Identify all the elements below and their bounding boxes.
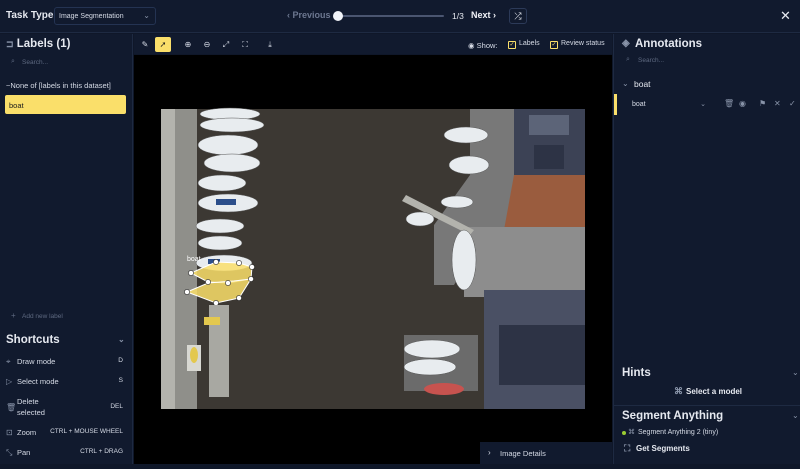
- label-item-boat[interactable]: boat: [5, 95, 126, 114]
- image-slider-handle[interactable]: [333, 11, 343, 21]
- canvas-annotation-label: boat: [187, 256, 201, 263]
- trash-icon[interactable]: 🗑: [724, 99, 734, 108]
- fit-icon[interactable]: ⤢: [218, 37, 234, 52]
- show-label: ◉ Show:: [468, 41, 498, 50]
- shortcuts-title[interactable]: Shortcuts ⌄: [6, 334, 125, 346]
- add-label-input[interactable]: + Add new label: [6, 310, 127, 324]
- trash-icon: 🗑: [6, 403, 17, 412]
- model-icon: ⌘: [674, 386, 683, 396]
- chevron-down-icon: ⌄: [118, 335, 125, 344]
- select-tool-icon[interactable]: ➚: [155, 37, 171, 52]
- task-type-select[interactable]: Image Segmentation ⌄: [54, 7, 156, 25]
- check-icon: ✓: [550, 41, 558, 49]
- task-type-label: Task Type:: [6, 10, 57, 21]
- sa-model-status: ⌘ Segment Anything 2 (tiny): [622, 429, 718, 436]
- download-icon[interactable]: ⤓: [262, 37, 278, 52]
- next-button[interactable]: Next ›: [471, 10, 496, 20]
- check-icon: ✓: [508, 41, 516, 49]
- annotation-row[interactable]: boat ⌄ 🗑 ◉ ⚑ ✕ ✓: [614, 94, 800, 115]
- annotations-search-input[interactable]: ⌕ Search...: [622, 56, 664, 64]
- eye-icon: ◉: [468, 41, 475, 50]
- chevron-right-icon: ›: [488, 448, 491, 457]
- annotation-canvas[interactable]: boat: [134, 55, 612, 464]
- cursor-icon: ▷: [6, 377, 13, 386]
- fullscreen-icon[interactable]: ⛶: [237, 37, 253, 52]
- annotation-group-boat[interactable]: ⌄ boat: [622, 79, 651, 89]
- flag-icon[interactable]: ⚑: [759, 99, 766, 108]
- annotation-label-select[interactable]: boat ⌄: [628, 98, 708, 111]
- chevron-down-icon[interactable]: ⌄: [792, 368, 799, 377]
- divider: [614, 405, 800, 406]
- shuffle-icon[interactable]: ⤮: [509, 8, 527, 24]
- previous-button[interactable]: ‹ Previous: [287, 10, 331, 20]
- pan-icon: ⤡: [6, 448, 13, 457]
- segments-icon: ⛶: [624, 443, 631, 453]
- aerial-image: boat: [161, 107, 585, 409]
- close-icon[interactable]: ✕: [774, 99, 781, 108]
- segment-anything-title[interactable]: Segment Anything: [622, 410, 723, 422]
- select-model-button[interactable]: ⌘ Select a model: [674, 386, 742, 396]
- chevron-down-icon: ⌄: [622, 79, 629, 88]
- selected-indicator: [614, 94, 617, 115]
- model-icon: ⌘: [628, 429, 635, 436]
- zoom-in-icon[interactable]: ⊕: [180, 37, 196, 52]
- chevron-down-icon: ⌄: [700, 101, 706, 108]
- annotations-panel: ◈ Annotations ⌕ Search... ⌄ boat boat ⌄ …: [613, 34, 800, 464]
- top-bar: Task Type: Image Segmentation ⌄ ‹ Previo…: [0, 0, 800, 33]
- image-slider-track[interactable]: [338, 15, 444, 17]
- image-details-toggle[interactable]: › Image Details: [480, 442, 612, 464]
- draw-tool-icon[interactable]: ✎: [137, 37, 153, 52]
- task-type-value: Image Segmentation: [59, 13, 124, 20]
- labels-title: ⊐ Labels (1): [6, 38, 71, 50]
- labels-panel: ⊐ Labels (1) ⌕ Search... ~None of [label…: [0, 34, 133, 464]
- zoom-icon: ⊡: [6, 428, 13, 437]
- get-segments-button[interactable]: ⛶ Get Segments: [624, 443, 690, 453]
- close-icon[interactable]: ✕: [780, 8, 791, 24]
- chevron-down-icon[interactable]: ⌄: [792, 411, 799, 420]
- label-tag-icon: ⊐: [6, 39, 14, 49]
- labels-search-input[interactable]: ⌕ Search...: [6, 56, 126, 70]
- annotations-title: ◈ Annotations: [622, 38, 703, 50]
- status-dot: [622, 431, 626, 435]
- page-count: 1/3: [452, 11, 464, 21]
- hints-title[interactable]: Hints: [622, 367, 651, 379]
- crosshair-icon: ⌖: [6, 357, 11, 366]
- search-icon: ⌕: [11, 58, 15, 65]
- eye-icon[interactable]: ◉: [739, 99, 746, 108]
- canvas-toolbar: ✎ ➚ ⊕ ⊖ ⤢ ⛶ ⤓ ◉ Show: ✓ Labels ✓ Review st…: [134, 34, 612, 54]
- zoom-out-icon[interactable]: ⊖: [199, 37, 215, 52]
- plus-icon: +: [11, 311, 16, 320]
- chevron-down-icon: ⌄: [143, 11, 150, 20]
- label-item-none[interactable]: ~None of [labels in this dataset]: [6, 81, 111, 90]
- check-icon[interactable]: ✓: [789, 99, 796, 108]
- layers-icon: ◈: [622, 38, 630, 49]
- labels-checkbox[interactable]: ✓ Labels: [508, 40, 540, 49]
- search-icon: ⌕: [626, 56, 630, 63]
- review-status-checkbox[interactable]: ✓ Review status: [550, 40, 605, 49]
